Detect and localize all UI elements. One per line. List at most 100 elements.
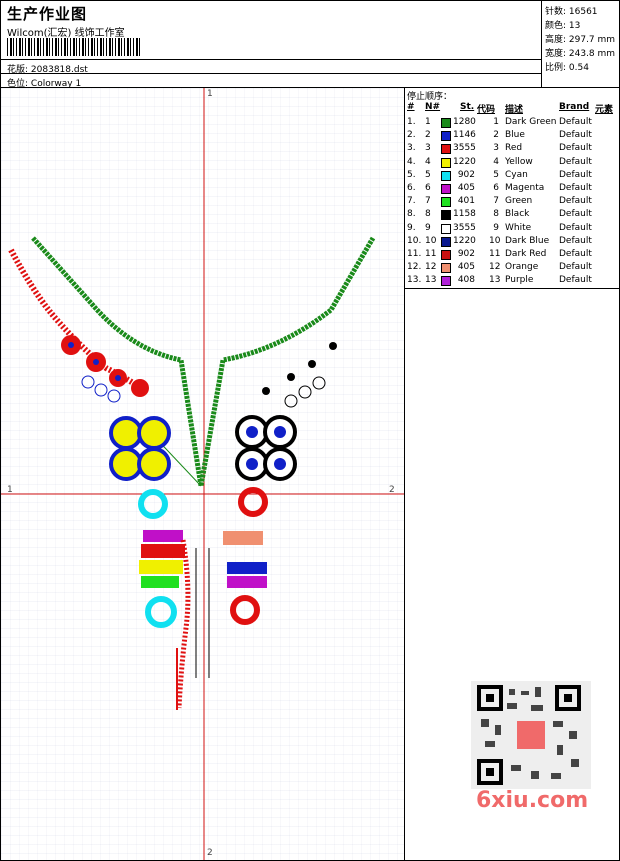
color-swatch <box>441 250 451 260</box>
color-swatch <box>441 236 451 247</box>
row-desc: Dark Green <box>505 117 557 127</box>
row-brand: Default <box>559 130 592 141</box>
row-code: 10 <box>489 235 501 246</box>
row-brand: Default <box>559 143 592 154</box>
sheet-subtitle: Wilcom(汇宏) 线饰工作室 <box>7 28 125 39</box>
row-code: 13 <box>489 275 501 286</box>
col-element: 元素 <box>595 105 614 115</box>
red-ring-bottom <box>230 595 260 625</box>
table-row: 3. 3 3555 3 Red Default <box>405 142 619 155</box>
row-n: 10 <box>425 235 437 246</box>
color-swatch <box>441 157 451 168</box>
cyan-ring-top <box>138 489 168 519</box>
col-brand: Brand <box>559 102 590 112</box>
table-row: 12. 12 405 12 Orange Default <box>405 261 619 274</box>
row-desc: Cyan <box>505 169 528 180</box>
row-desc: Yellow <box>505 156 533 167</box>
row-stitches: 408 <box>457 275 475 286</box>
row-stitches: 1220 <box>453 156 476 167</box>
table-row: 10. 10 1220 10 Dark Blue Default <box>405 235 619 248</box>
row-code: 1 <box>493 117 499 127</box>
neckline-green <box>31 236 376 487</box>
row-n: 11 <box>425 249 437 259</box>
col-desc: 描述 <box>505 105 524 115</box>
orange-band <box>223 531 263 545</box>
row-stitches: 401 <box>457 196 475 207</box>
row-n: 5 <box>425 169 431 180</box>
color-swatch <box>441 184 451 194</box>
green-band <box>141 576 179 588</box>
row-code: 12 <box>489 262 501 273</box>
row-desc: Dark Blue <box>505 235 550 246</box>
row-desc: Red <box>505 143 523 154</box>
qr-image <box>477 685 581 785</box>
row-desc: Dark Red <box>505 249 547 259</box>
small-circles-right <box>284 376 326 408</box>
axis-label-left: 1 <box>7 485 13 495</box>
row-stitches: 902 <box>457 169 475 180</box>
flower-cluster-left <box>109 416 171 481</box>
table-row: 8. 8 1158 8 Black Default <box>405 208 619 221</box>
row-brand: Default <box>559 156 592 167</box>
color-swatch <box>441 263 451 274</box>
row-brand: Default <box>559 235 592 246</box>
sheet-title: 生产作业图 <box>7 5 88 23</box>
red-band <box>141 544 185 558</box>
design-scale: 比例: 0.54 <box>545 63 589 73</box>
row-index: 13. <box>407 275 422 286</box>
row-index: 7. <box>407 196 416 207</box>
row-code: 9 <box>493 222 499 233</box>
table-row: 11. 11 902 11 Dark Red Default <box>405 248 619 261</box>
col-stitches: St. <box>460 102 475 112</box>
row-code: 4 <box>493 156 499 167</box>
row-n: 1 <box>425 117 431 127</box>
qr-logo <box>517 721 545 749</box>
table-row: 9. 9 3555 9 White Default <box>405 222 619 235</box>
row-code: 8 <box>493 209 499 220</box>
red-star-cluster <box>61 335 149 397</box>
row-code: 2 <box>493 130 499 141</box>
table-row: 1. 1 1280 1 Dark Green Default <box>405 116 619 129</box>
black-star-cluster <box>262 342 337 395</box>
row-brand: Default <box>559 169 592 180</box>
flower-cluster-right <box>235 415 297 481</box>
row-stitches: 1280 <box>453 117 476 127</box>
row-code: 11 <box>489 249 501 259</box>
row-index: 10. <box>407 235 422 246</box>
row-brand: Default <box>559 275 592 286</box>
row-stitches: 902 <box>457 249 475 259</box>
yellow-band <box>139 560 183 574</box>
row-index: 1. <box>407 117 416 127</box>
row-n: 6 <box>425 183 431 193</box>
row-n: 2 <box>425 130 431 141</box>
design-height: 高度: 297.7 mm <box>545 35 616 45</box>
color-swatch <box>441 131 451 142</box>
table-row: 2. 2 1146 2 Blue Default <box>405 129 619 142</box>
design-width: 宽度: 243.8 mm <box>545 49 616 59</box>
purple-band <box>227 576 267 588</box>
qr-code <box>471 681 591 789</box>
row-index: 8. <box>407 209 416 220</box>
header: 生产作业图 Wilcom(汇宏) 线饰工作室 花版: 2083818.dst 色… <box>1 1 620 89</box>
row-index: 5. <box>407 169 416 180</box>
table-row: 7. 7 401 7 Green Default <box>405 195 619 208</box>
design-canvas: 1 2 1 2 <box>1 88 405 860</box>
stats-box: 针数: 16561 颜色: 13 高度: 297.7 mm 宽度: 243.8 … <box>541 1 620 87</box>
axis-label-right: 2 <box>389 485 395 495</box>
row-n: 4 <box>425 156 431 167</box>
color-swatch <box>441 170 451 181</box>
table-row: 5. 5 902 5 Cyan Default <box>405 169 619 182</box>
row-n: 9 <box>425 222 431 233</box>
row-index: 11. <box>407 249 422 259</box>
production-sheet: 生产作业图 Wilcom(汇宏) 线饰工作室 花版: 2083818.dst 色… <box>0 0 620 861</box>
row-brand: Default <box>559 222 592 233</box>
watermark: 6xiu.com <box>476 788 589 813</box>
row-index: 3. <box>407 143 416 154</box>
color-swatch <box>441 276 451 287</box>
color-swatch <box>441 197 451 208</box>
table-row: 6. 6 405 6 Magenta Default <box>405 182 619 195</box>
row-index: 6. <box>407 183 416 193</box>
row-code: 5 <box>493 169 499 180</box>
row-brand: Default <box>559 183 592 193</box>
row-code: 7 <box>493 196 499 207</box>
